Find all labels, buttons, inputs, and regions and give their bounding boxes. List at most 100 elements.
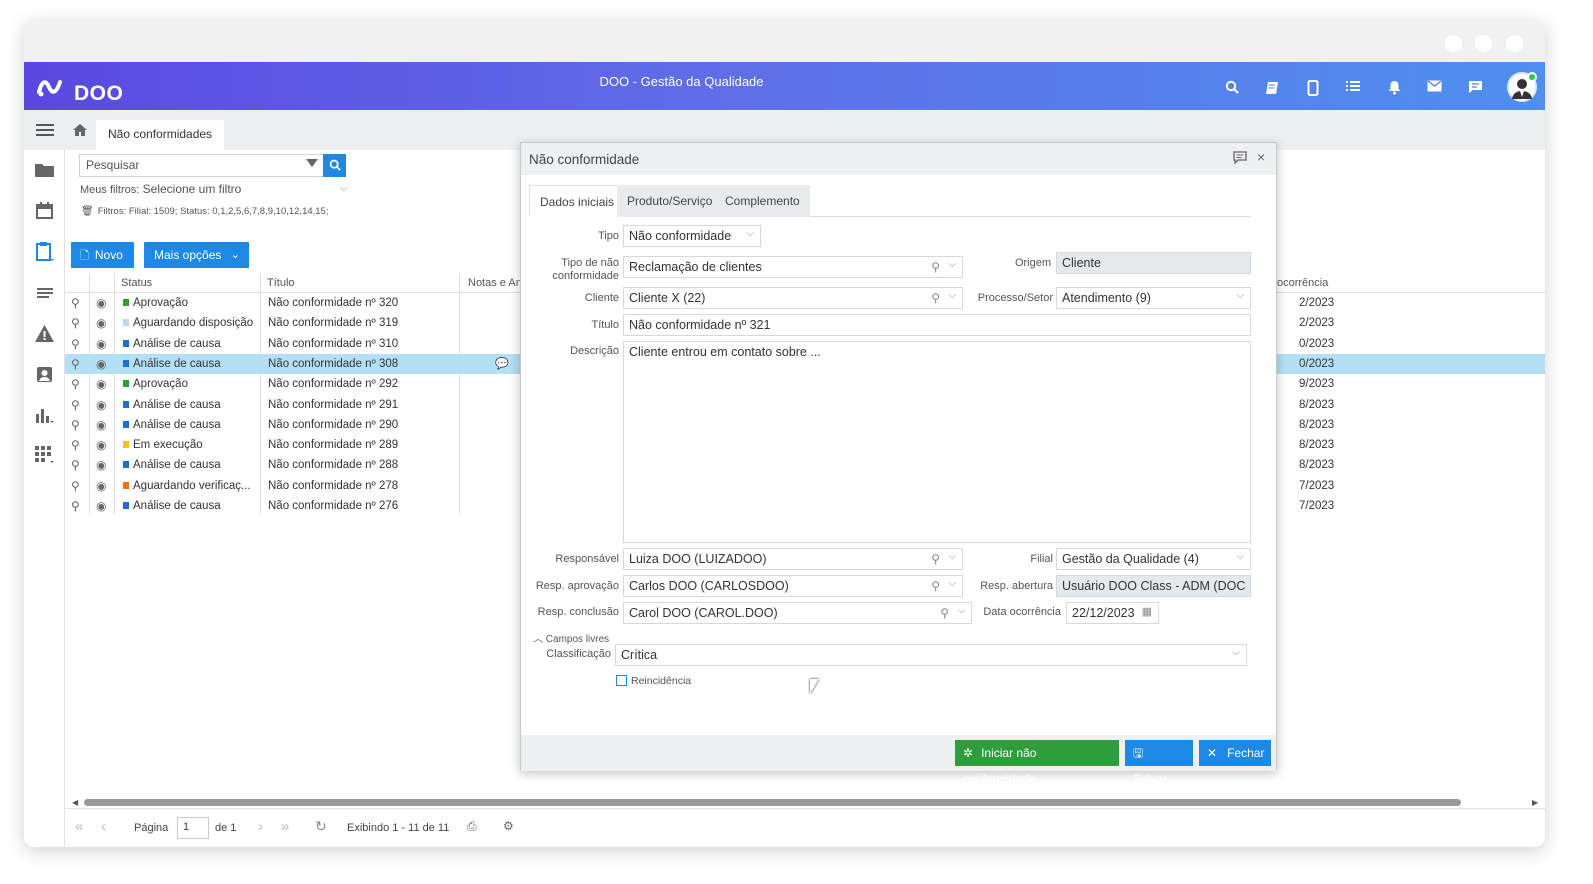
eye-icon[interactable]: ◉	[96, 313, 106, 333]
column-title[interactable]: Título	[267, 277, 295, 289]
tab-produto-servico[interactable]: Produto/Serviço	[617, 185, 723, 217]
list-icon[interactable]	[1345, 80, 1361, 96]
filial-select[interactable]: Gestão da Qualidade (4) ⌵	[1056, 548, 1251, 570]
last-page-icon[interactable]: »	[281, 818, 289, 835]
tipo-select[interactable]: Não conformidade ⌵	[623, 225, 761, 247]
window-control-icon[interactable]	[1506, 35, 1523, 52]
eye-icon[interactable]: ◉	[96, 415, 106, 435]
chevron-down-icon[interactable]: ⌵	[340, 183, 348, 194]
print-icon[interactable]: ⎙	[467, 819, 477, 834]
new-button[interactable]: 🗋 Novo	[71, 242, 134, 268]
contact-icon[interactable]	[35, 366, 54, 383]
search-icon[interactable]: ⚲	[71, 293, 80, 313]
horizontal-scrollbar[interactable]	[84, 799, 1461, 806]
search-icon[interactable]: ⚲	[931, 552, 940, 566]
search-icon[interactable]: ⚲	[71, 435, 80, 455]
search-icon[interactable]: ⚲	[71, 395, 80, 415]
settings-icon[interactable]: ⚙	[503, 819, 514, 833]
search-button[interactable]	[323, 154, 346, 177]
chevron-down-icon: ⌵	[1236, 551, 1244, 562]
search-icon[interactable]: ⚲	[71, 334, 80, 354]
search-icon[interactable]: ⚲	[71, 476, 80, 496]
chat-icon[interactable]	[1467, 80, 1483, 96]
search-icon[interactable]: ⚲	[71, 313, 80, 333]
avatar[interactable]	[1507, 72, 1537, 102]
more-options-button[interactable]: Mais opções ⌄	[144, 242, 249, 268]
search-input[interactable]: Pesquisar	[79, 154, 324, 177]
eye-icon[interactable]: ◉	[96, 476, 106, 496]
trash-icon[interactable]: 🗑	[81, 206, 94, 217]
notes-icon[interactable]: 💬	[495, 354, 509, 374]
filter-icon[interactable]	[306, 159, 318, 167]
apps-icon[interactable]	[35, 446, 54, 463]
refresh-icon[interactable]: ↻	[315, 818, 327, 835]
chevron-up-icon: ︿	[533, 634, 543, 645]
tab-dados-iniciais[interactable]: Dados iniciais	[529, 185, 626, 217]
lines-icon[interactable]	[35, 286, 54, 303]
chart-icon[interactable]	[35, 406, 54, 423]
save-button[interactable]: 🖫 Salvar	[1125, 740, 1193, 786]
cliente-field[interactable]: Cliente X (22) ⚲ ⌵	[623, 287, 963, 309]
eye-icon[interactable]: ◉	[96, 374, 106, 394]
comment-icon[interactable]	[1233, 151, 1247, 167]
prev-page-icon[interactable]: ‹	[101, 818, 106, 835]
menu-icon[interactable]	[36, 124, 54, 136]
processo-select[interactable]: Atendimento (9) ⌵	[1056, 287, 1251, 309]
start-nc-button[interactable]: ✲ Iniciar não conformidade	[955, 740, 1119, 786]
tab-complemento[interactable]: Complemento	[715, 185, 810, 217]
mail-icon[interactable]	[1426, 80, 1442, 96]
search-icon[interactable]: ⚲	[71, 354, 80, 374]
next-page-icon[interactable]: ›	[258, 818, 263, 835]
page-input[interactable]: 1	[177, 817, 209, 839]
eye-icon[interactable]: ◉	[96, 293, 106, 313]
tab-nao-conformidades[interactable]: Não conformidades	[96, 120, 225, 150]
warning-icon[interactable]	[35, 325, 54, 342]
search-icon[interactable]: ⚲	[931, 579, 940, 593]
eye-icon[interactable]: ◉	[96, 354, 106, 374]
column-notes[interactable]: Notas e An	[468, 277, 522, 289]
window-control-icon[interactable]	[1445, 35, 1462, 52]
search-icon[interactable]: ⚲	[940, 606, 949, 620]
resp-aprovacao-field[interactable]: Carlos DOO (CARLOSDOO) ⚲ ⌵	[623, 575, 963, 597]
reincidencia-checkbox[interactable]	[616, 675, 627, 686]
search-icon[interactable]: ⚲	[71, 496, 80, 516]
column-status[interactable]: Status	[121, 277, 152, 289]
scroll-right-icon[interactable]: ▶	[1532, 798, 1538, 807]
search-icon[interactable]	[1224, 80, 1240, 96]
folder-icon[interactable]	[35, 162, 54, 179]
close-button[interactable]: ✕ Fechar	[1199, 740, 1271, 766]
responsavel-field[interactable]: Luiza DOO (LUIZADOO) ⚲ ⌵	[623, 548, 963, 570]
eye-icon[interactable]: ◉	[96, 496, 106, 516]
eye-icon[interactable]: ◉	[96, 334, 106, 354]
eye-icon[interactable]: ◉	[96, 395, 106, 415]
resp-conclusao-field[interactable]: Carol DOO (CAROL.DOO) ⚲ ⌵	[623, 602, 972, 624]
search-icon[interactable]: ⚲	[71, 374, 80, 394]
search-icon[interactable]: ⚲	[931, 291, 940, 305]
titulo-input[interactable]: Não conformidade nº 321	[623, 314, 1251, 336]
scroll-left-icon[interactable]: ◀	[72, 798, 78, 807]
campos-livres-toggle[interactable]: ︿ Campos livres	[533, 630, 609, 645]
mobile-icon[interactable]	[1305, 80, 1321, 96]
my-filters-select[interactable]: Selecione um filtro	[143, 182, 242, 196]
window-control-icon[interactable]	[1475, 35, 1492, 52]
first-page-icon[interactable]: «	[75, 818, 83, 835]
clipboard-icon[interactable]	[35, 242, 54, 261]
home-icon[interactable]	[72, 123, 88, 141]
search-icon[interactable]: ⚲	[71, 415, 80, 435]
descricao-textarea[interactable]: Cliente entrou em contato sobre ...	[623, 341, 1251, 543]
column-date[interactable]: ocorrência	[1277, 277, 1328, 289]
calendar-icon[interactable]: ▦	[1142, 605, 1152, 618]
eye-icon[interactable]: ◉	[96, 435, 106, 455]
search-icon[interactable]: ⚲	[931, 260, 940, 274]
eye-icon[interactable]: ◉	[96, 455, 106, 475]
my-filters[interactable]: Meus filtros: Selecione um filtro	[80, 182, 241, 196]
tipo-nc-field[interactable]: Reclamação de clientes ⚲ ⌵	[623, 256, 963, 278]
bell-icon[interactable]	[1386, 80, 1402, 96]
chevron-down-icon: ⌵	[1236, 290, 1244, 301]
close-icon[interactable]: ×	[1257, 149, 1265, 165]
data-ocorrencia-input[interactable]: 22/12/2023 ▦	[1066, 602, 1159, 624]
classificacao-select[interactable]: Crítica ⌵	[615, 644, 1247, 666]
book-icon[interactable]	[1264, 80, 1280, 96]
search-icon[interactable]: ⚲	[71, 455, 80, 475]
calendar-icon[interactable]	[35, 202, 54, 219]
